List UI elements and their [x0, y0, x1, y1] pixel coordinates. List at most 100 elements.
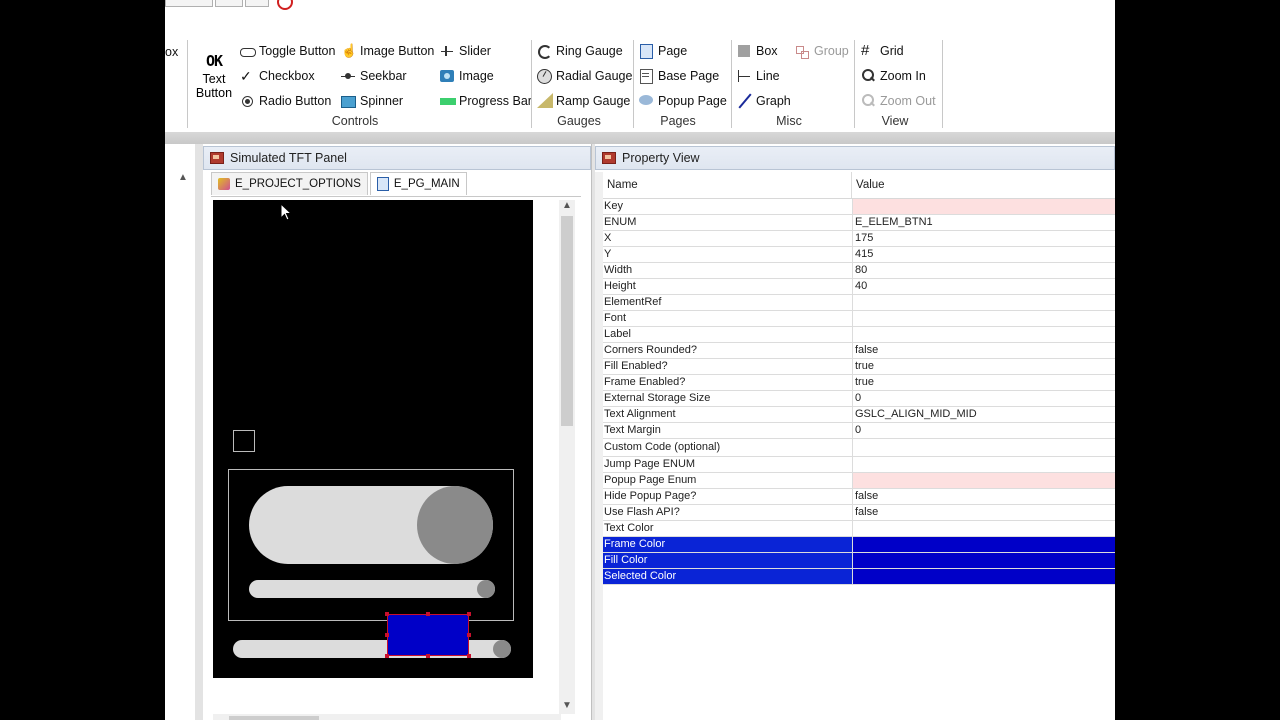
resize-handle[interactable] [426, 654, 430, 658]
property-row-jump-page[interactable]: Jump Page ENUM [603, 457, 1115, 473]
resize-handle[interactable] [467, 612, 471, 616]
resize-handle[interactable] [385, 612, 389, 616]
tft-vertical-scrollbar[interactable]: ▲ ▼ [559, 200, 575, 714]
zoom-in-icon [861, 68, 877, 84]
property-row-font[interactable]: Font [603, 311, 1115, 327]
line-tool[interactable]: Line [737, 66, 780, 86]
graph-icon [737, 93, 753, 109]
property-row-popup-page[interactable]: Popup Page Enum [603, 473, 1115, 489]
property-row-custom-code[interactable]: Custom Code (optional) [603, 439, 1115, 457]
resize-handle[interactable] [426, 612, 430, 616]
value-column-header[interactable]: Value [852, 172, 885, 198]
splitter[interactable] [195, 144, 203, 720]
tft-panel: Simulated TFT Panel E_PROJECT_OPTIONS E_… [203, 144, 591, 720]
ribbon-border [165, 132, 1115, 144]
image-icon [440, 68, 456, 84]
text-button-tool[interactable]: OK Text Button [191, 52, 237, 100]
gauges-group-label: Gauges [557, 114, 601, 128]
scrollbar-thumb[interactable] [561, 216, 573, 426]
property-row-enum[interactable]: ENUM E_ELEM_BTN1 [603, 215, 1115, 231]
ring-gauge-icon [537, 43, 553, 59]
property-view-titlebar: Property View [595, 146, 1115, 170]
toggle-knob [417, 486, 493, 564]
ribbon-top-tab[interactable] [165, 0, 213, 7]
checkbox-tool[interactable]: ✓ Checkbox [240, 66, 315, 86]
fill-color-swatch[interactable] [853, 553, 1115, 568]
ribbon-top-tab[interactable] [245, 0, 269, 7]
name-column-header[interactable]: Name [603, 172, 852, 198]
property-row-frame-color[interactable]: Frame Color [603, 537, 1115, 553]
selected-color-swatch[interactable] [853, 569, 1115, 584]
popup-page-tool[interactable]: Popup Page [639, 91, 727, 111]
slider-tool[interactable]: Slider [440, 41, 491, 61]
scroll-up-arrow-icon[interactable]: ▲ [559, 200, 575, 211]
property-view-title: Property View [622, 151, 700, 165]
tab-pg-main[interactable]: E_PG_MAIN [369, 172, 467, 195]
ramp-gauge-tool[interactable]: Ramp Gauge [537, 91, 630, 111]
ring-gauge-tool[interactable]: Ring Gauge [537, 41, 623, 61]
seekbar-thumb[interactable] [477, 580, 495, 598]
base-page-tool[interactable]: Base Page [639, 66, 719, 86]
ribbon-top-tab[interactable] [215, 0, 243, 7]
property-row-text-alignment[interactable]: Text Alignment GSLC_ALIGN_MID_MID [603, 407, 1115, 423]
radial-gauge-tool[interactable]: Radial Gauge [537, 66, 632, 86]
ribbon-toolbar: ox OK Text Button Toggle Button ✓ Checkb… [165, 0, 1115, 133]
slider-thumb[interactable] [493, 640, 511, 658]
frame-color-swatch[interactable] [853, 537, 1115, 552]
tft-horizontal-scrollbar[interactable] [213, 714, 561, 720]
group-tool[interactable]: Group [795, 41, 849, 61]
zoom-in-tool[interactable]: Zoom In [861, 66, 926, 86]
simulated-screen[interactable] [213, 200, 533, 678]
grid-tool[interactable]: # Grid [861, 41, 904, 61]
scrollbar-thumb[interactable] [229, 716, 319, 720]
property-row-width[interactable]: Width 80 [603, 263, 1115, 279]
progress-bar-icon [440, 93, 456, 109]
property-row-fill-enabled[interactable]: Fill Enabled? true [603, 359, 1115, 375]
property-view-panel: Property View Name Value Key ENUM E_ELEM_… [595, 144, 1115, 720]
property-row-x[interactable]: X 175 [603, 231, 1115, 247]
property-row-frame-enabled[interactable]: Frame Enabled? true [603, 375, 1115, 391]
property-row-external-storage[interactable]: External Storage Size 0 [603, 391, 1115, 407]
image-button-tool[interactable]: ☝ Image Button [341, 41, 434, 61]
scroll-down-arrow-icon[interactable]: ▼ [559, 700, 575, 711]
property-row-y[interactable]: Y 415 [603, 247, 1115, 263]
property-row-hide-popup[interactable]: Hide Popup Page? false [603, 489, 1115, 505]
selected-button-element[interactable] [385, 612, 471, 658]
graph-tool[interactable]: Graph [737, 91, 791, 111]
property-row-selected-color[interactable]: Selected Color [603, 569, 1115, 585]
resize-handle[interactable] [467, 633, 471, 637]
seekbar-element[interactable] [249, 580, 495, 598]
property-row-key[interactable]: Key [603, 199, 1115, 215]
ribbon-partial-item[interactable]: ox [165, 42, 178, 62]
radio-button-tool[interactable]: Radio Button [240, 91, 331, 111]
scroll-up-arrow-icon[interactable]: ▲ [175, 172, 191, 183]
seekbar-tool[interactable]: Seekbar [341, 66, 407, 86]
property-row-text-margin[interactable]: Text Margin 0 [603, 423, 1115, 439]
property-row-height[interactable]: Height 40 [603, 279, 1115, 295]
spinner-tool[interactable]: Spinner [341, 91, 403, 111]
resize-handle[interactable] [467, 654, 471, 658]
group-icon [795, 43, 811, 59]
property-row-text-color[interactable]: Text Color [603, 521, 1115, 537]
resize-handle[interactable] [385, 654, 389, 658]
property-row-corners-rounded[interactable]: Corners Rounded? false [603, 343, 1115, 359]
hand-pointer-icon: ☝ [341, 43, 358, 58]
page-tool[interactable]: Page [639, 41, 687, 61]
property-row-label[interactable]: Label [603, 327, 1115, 343]
zoom-out-tool[interactable]: Zoom Out [861, 91, 936, 111]
tab-project-options[interactable]: E_PROJECT_OPTIONS [211, 172, 368, 195]
base-page-icon [639, 68, 655, 84]
stop-icon[interactable] [277, 0, 293, 10]
tft-panel-titlebar: Simulated TFT Panel [203, 146, 591, 170]
toggle-button-tool[interactable]: Toggle Button [240, 41, 335, 61]
image-tool[interactable]: Image [440, 66, 494, 86]
property-row-use-flash[interactable]: Use Flash API? false [603, 505, 1115, 521]
property-row-elementref[interactable]: ElementRef [603, 295, 1115, 311]
property-row-fill-color[interactable]: Fill Color [603, 553, 1115, 569]
toggle-element[interactable] [249, 486, 493, 564]
box-tool[interactable]: Box [737, 41, 778, 61]
progress-bar-tool[interactable]: Progress Bar [440, 91, 532, 111]
resize-handle[interactable] [385, 633, 389, 637]
popup-page-icon [639, 93, 655, 109]
checkbox-element[interactable] [233, 430, 255, 452]
